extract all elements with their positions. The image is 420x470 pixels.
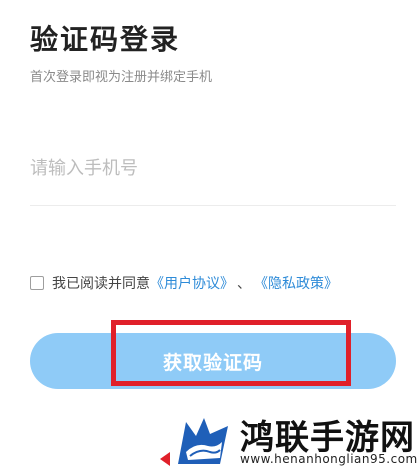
user-agreement-link[interactable]: 《用户协议》	[150, 273, 234, 293]
agreement-checkbox[interactable]	[30, 276, 44, 290]
privacy-policy-link[interactable]: 《隐私政策》	[254, 273, 338, 293]
rhino-logo-icon	[174, 412, 232, 470]
page-subtitle: 首次登录即视为注册并绑定手机	[30, 70, 213, 85]
watermark: 鸿联手游网 www.henanhonglian95.com	[160, 408, 420, 470]
highlight-box	[111, 320, 351, 386]
watermark-url: www.henanhonglian95.com	[240, 452, 418, 466]
page-title: 验证码登录	[30, 23, 181, 56]
watermark-arrow-icon	[160, 452, 170, 466]
phone-input[interactable]	[30, 140, 396, 196]
agreement-text: 我已阅读并同意	[52, 276, 150, 292]
agreement-separator: 、	[237, 276, 251, 292]
input-underline	[30, 205, 396, 206]
agreement-row: 我已阅读并同意 《用户协议》 、 《隐私政策》	[30, 272, 338, 294]
